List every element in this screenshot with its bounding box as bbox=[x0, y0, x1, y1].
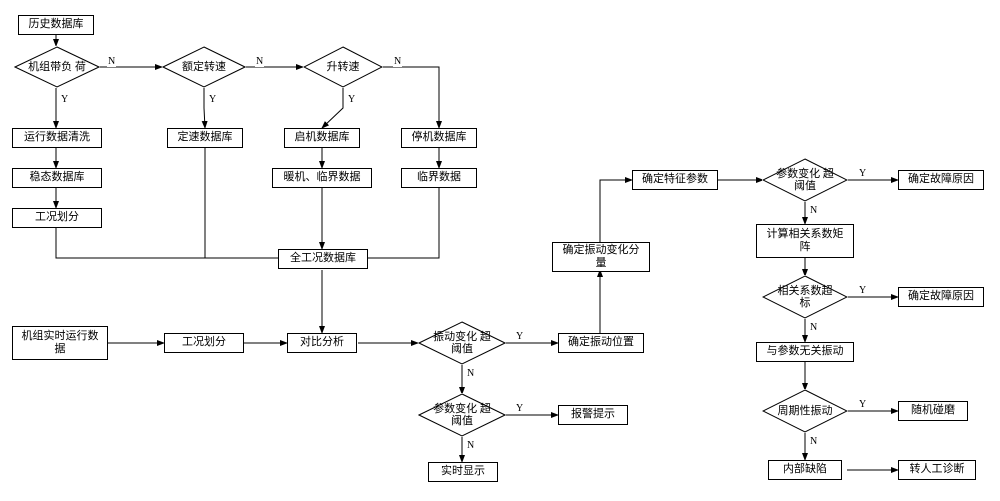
node-det-vib-pos: 确定振动位置 bbox=[558, 333, 644, 353]
label: 确定故障原因 bbox=[908, 173, 974, 186]
decision-rated-speed: 额定转速 bbox=[162, 46, 246, 88]
lbl-y: Y bbox=[60, 94, 69, 105]
decision-vib-thresh: 振动变化 超阈值 bbox=[418, 321, 506, 365]
label: 暖机、临界数据 bbox=[284, 171, 361, 184]
lbl-n: N bbox=[255, 56, 264, 67]
label: 确定振动位置 bbox=[568, 336, 634, 349]
lbl-n: N bbox=[809, 436, 818, 447]
lbl-y: Y bbox=[347, 94, 356, 105]
label: 参数变化 超阈值 bbox=[431, 403, 493, 427]
node-all-cond-db: 全工况数据库 bbox=[278, 249, 368, 269]
label: 确定特征参数 bbox=[642, 173, 708, 186]
label: 定速数据库 bbox=[178, 131, 233, 144]
label: 全工况数据库 bbox=[290, 252, 356, 265]
label: 周期性振动 bbox=[778, 405, 833, 417]
decision-corr-over: 相关系数超 标 bbox=[762, 275, 848, 319]
label: 工况划分 bbox=[182, 336, 226, 349]
label: 停机数据库 bbox=[412, 131, 467, 144]
node-det-fault1: 确定故障原因 bbox=[898, 170, 984, 190]
decision-periodic: 周期性振动 bbox=[762, 389, 848, 433]
node-random-rub: 随机碰磨 bbox=[898, 401, 968, 421]
decision-param-thresh1: 参数变化 超阈值 bbox=[418, 393, 506, 437]
label: 启机数据库 bbox=[295, 131, 350, 144]
label: 内部缺陷 bbox=[783, 463, 827, 476]
node-compare: 对比分析 bbox=[287, 333, 357, 353]
lbl-y: Y bbox=[515, 331, 524, 342]
decision-unit-load: 机组带负 荷 bbox=[14, 46, 100, 88]
label: 报警提示 bbox=[571, 408, 615, 421]
label: 运行数据清洗 bbox=[24, 131, 90, 144]
label: 相关系数超 标 bbox=[775, 285, 835, 309]
lbl-y: Y bbox=[515, 403, 524, 414]
node-cond-div2: 工况划分 bbox=[164, 333, 244, 353]
node-run-clean: 运行数据清洗 bbox=[12, 128, 102, 148]
decision-param-thresh2: 参数变化 超阈值 bbox=[762, 158, 848, 202]
label: 确定振动变化分 量 bbox=[563, 244, 640, 270]
node-indep-vib: 与参数无关振动 bbox=[756, 342, 854, 362]
lbl-y: Y bbox=[858, 168, 867, 179]
node-warmup: 暖机、临界数据 bbox=[272, 168, 372, 188]
node-stop-db: 停机数据库 bbox=[401, 128, 477, 148]
label: 对比分析 bbox=[300, 336, 344, 349]
label: 机组实时运行数 据 bbox=[22, 330, 99, 356]
node-det-feat: 确定特征参数 bbox=[632, 170, 718, 190]
label: 确定故障原因 bbox=[908, 290, 974, 303]
node-det-vib-comp: 确定振动变化分 量 bbox=[552, 242, 650, 272]
node-manual: 转人工诊断 bbox=[898, 460, 976, 480]
label: 机组带负 荷 bbox=[28, 61, 86, 73]
label: 转人工诊断 bbox=[910, 463, 965, 476]
node-start-db: 启机数据库 bbox=[284, 128, 360, 148]
node-det-fault2: 确定故障原因 bbox=[898, 287, 984, 307]
lbl-n: N bbox=[809, 205, 818, 216]
lbl-y: Y bbox=[858, 285, 867, 296]
label: 历史数据库 bbox=[29, 18, 84, 31]
node-alarm: 报警提示 bbox=[558, 405, 628, 425]
node-stable-db: 稳态数据库 bbox=[12, 168, 102, 188]
label: 工况划分 bbox=[35, 211, 79, 224]
node-speed-db: 定速数据库 bbox=[167, 128, 243, 148]
label: 实时显示 bbox=[441, 465, 485, 478]
label: 升转速 bbox=[327, 61, 360, 73]
label: 额定转速 bbox=[182, 61, 226, 73]
lbl-n: N bbox=[809, 322, 818, 333]
node-critical: 临界数据 bbox=[401, 168, 477, 188]
node-rt-display: 实时显示 bbox=[428, 462, 498, 482]
lbl-y: Y bbox=[858, 399, 867, 410]
node-internal-defect: 内部缺陷 bbox=[768, 460, 842, 480]
lbl-n: N bbox=[466, 368, 475, 379]
node-rt-data: 机组实时运行数 据 bbox=[12, 326, 108, 360]
label: 振动变化 超阈值 bbox=[431, 331, 493, 355]
label: 稳态数据库 bbox=[30, 171, 85, 184]
lbl-y: Y bbox=[208, 94, 217, 105]
lbl-n: N bbox=[393, 56, 402, 67]
label: 计算相关系数矩 阵 bbox=[767, 228, 844, 254]
node-hist-db: 历史数据库 bbox=[18, 15, 94, 35]
label: 临界数据 bbox=[417, 171, 461, 184]
lbl-n: N bbox=[107, 56, 116, 67]
decision-speed-up: 升转速 bbox=[303, 46, 383, 88]
label: 与参数无关振动 bbox=[767, 345, 844, 358]
label: 随机碰磨 bbox=[911, 404, 955, 417]
lbl-n: N bbox=[466, 440, 475, 451]
label: 参数变化 超阈值 bbox=[775, 168, 835, 192]
node-cond-div1: 工况划分 bbox=[12, 208, 102, 228]
node-calc-corr: 计算相关系数矩 阵 bbox=[756, 224, 854, 258]
